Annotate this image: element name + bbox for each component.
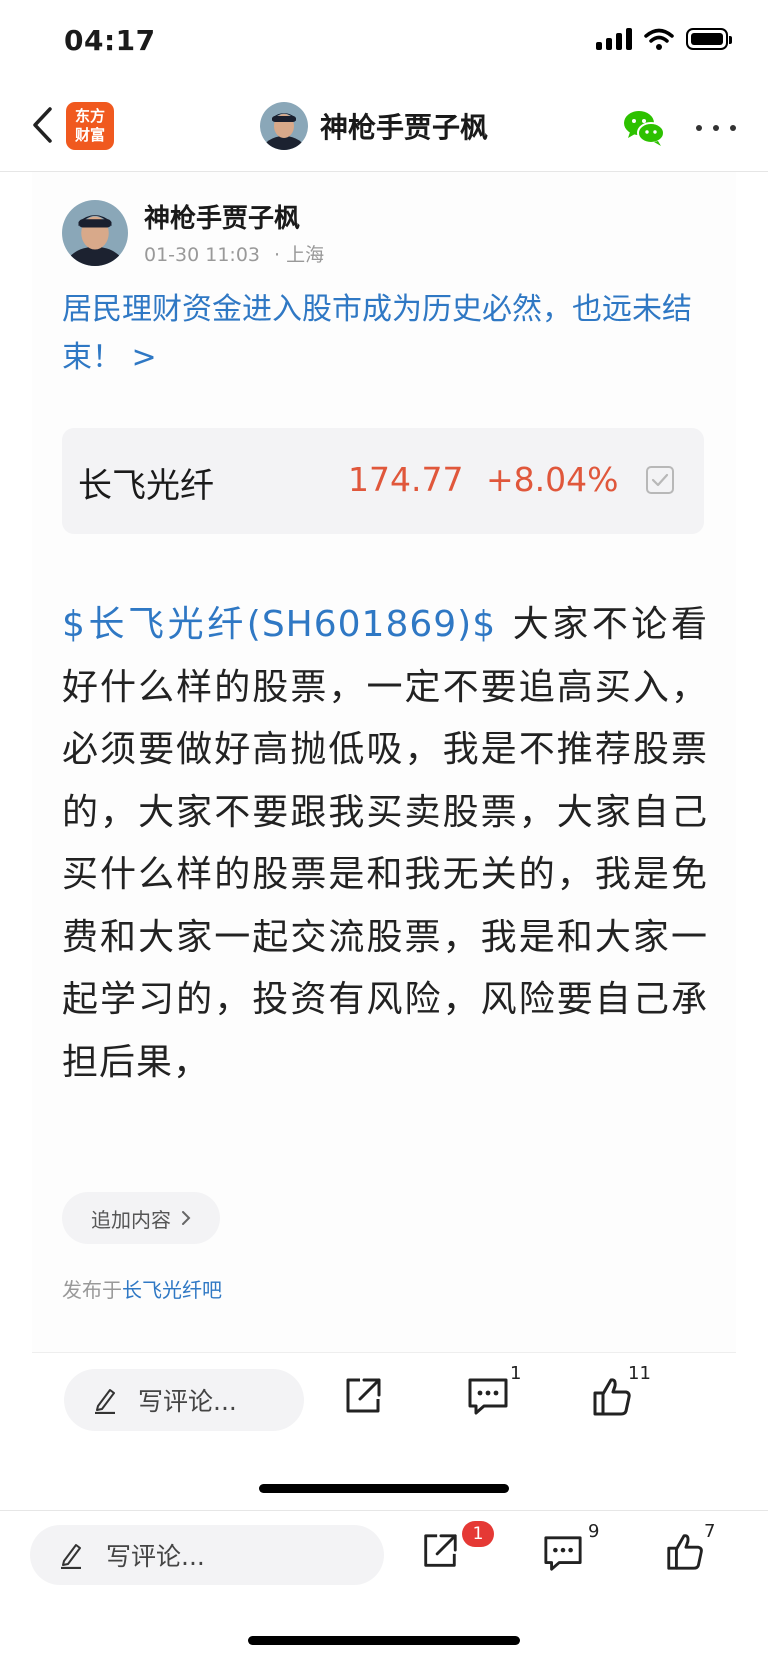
post-text: 大家不论看好什么样的股票，一定不要追高买入，必须要做好高抛低吸，我是不推荐股票的… <box>62 604 708 1083</box>
like-count: 11 <box>628 1363 651 1384</box>
author-name[interactable]: 神枪手贾子枫 <box>144 198 300 235</box>
outer-like-count: 7 <box>704 1521 716 1542</box>
home-indicator <box>259 1484 509 1493</box>
wechat-icon <box>624 111 665 146</box>
forum-line: 发布于长飞光纤吧 <box>62 1274 222 1303</box>
forum-prefix: 发布于 <box>62 1278 122 1302</box>
comment-placeholder: 写评论... <box>138 1387 237 1416</box>
more-icon <box>696 125 702 131</box>
pencil-icon <box>61 1544 81 1569</box>
back-arrow-icon <box>33 107 52 143</box>
author-avatar[interactable] <box>62 200 128 266</box>
comment-button[interactable] <box>466 1375 512 1421</box>
home-indicator <box>248 1636 520 1645</box>
stock-card[interactable]: 长飞光纤 174.77 +8.04% <box>62 428 704 534</box>
share-icon <box>346 1378 381 1413</box>
stock-name: 长飞光纤 <box>78 466 214 506</box>
comment-input[interactable]: 写评论... <box>64 1369 304 1431</box>
forum-link[interactable]: 长飞光纤吧 <box>122 1278 222 1302</box>
nav-bar: 东方 财富 神枪手贾子枫 <box>0 82 768 172</box>
status-icons <box>596 28 732 50</box>
comment-icon <box>468 1378 508 1415</box>
article-link[interactable]: 居民理财资金进入股市成为历史必然，也远未结束！ > <box>62 286 702 382</box>
append-label: 追加内容 <box>91 1207 171 1232</box>
comment-icon <box>544 1536 582 1571</box>
app-logo-line1: 东方 <box>74 107 105 125</box>
share-button[interactable] <box>342 1375 388 1421</box>
pencil-icon <box>95 1389 115 1414</box>
append-content-button[interactable]: 追加内容 <box>62 1192 220 1244</box>
outer-comment-count: 9 <box>588 1521 600 1542</box>
status-time: 04:17 <box>64 24 156 57</box>
outer-comment-input[interactable]: 写评论... <box>30 1525 384 1585</box>
post-location: · 上海 <box>274 244 325 266</box>
inner-action-bar: 写评论... 1 11 <box>32 1352 736 1448</box>
status-bar: 04:17 <box>0 0 768 80</box>
battery-icon <box>686 28 732 50</box>
comment-count: 1 <box>510 1363 522 1384</box>
post-body: $长飞光纤(SH601869)$ 大家不论看好什么样的股票，一定不要追高买入，必须… <box>62 594 708 1094</box>
watchlist-checkbox[interactable] <box>646 466 674 494</box>
more-button[interactable] <box>696 108 736 148</box>
app-logo[interactable]: 东方 财富 <box>66 102 114 150</box>
page-title: 神枪手贾子枫 <box>320 111 489 144</box>
post-date: 01-30 11:03 <box>144 244 261 266</box>
like-icon <box>667 1534 703 1570</box>
wechat-share-button[interactable] <box>622 106 666 150</box>
share-icon <box>424 1534 457 1567</box>
app-logo-line2: 财富 <box>74 126 105 144</box>
outer-share-button[interactable] <box>420 1531 466 1577</box>
outer-comment-button[interactable] <box>542 1533 588 1579</box>
post-meta: 01-30 11:03 · 上海 <box>144 240 324 267</box>
share-notification-badge: 1 <box>462 1521 494 1547</box>
wifi-icon <box>644 28 674 50</box>
chevron-right-icon <box>182 1211 191 1225</box>
signal-icon <box>596 28 632 50</box>
stock-change: +8.04% <box>486 460 619 499</box>
nav-profile[interactable]: 神枪手贾子枫 <box>260 102 488 150</box>
back-button[interactable] <box>22 100 62 150</box>
check-icon <box>651 473 669 487</box>
post-card: 神枪手贾子枫 01-30 11:03 · 上海 居民理财资金进入股市成为历史必然，… <box>32 172 736 1352</box>
outer-action-bar: 写评论... 1 9 7 <box>0 1510 768 1591</box>
stock-price: 174.77 <box>348 460 464 499</box>
avatar[interactable] <box>260 102 308 150</box>
outer-comment-placeholder: 写评论... <box>106 1542 205 1571</box>
battery-fill <box>691 33 723 45</box>
stock-tag-link[interactable]: $长飞光纤(SH601869)$ <box>62 604 496 645</box>
